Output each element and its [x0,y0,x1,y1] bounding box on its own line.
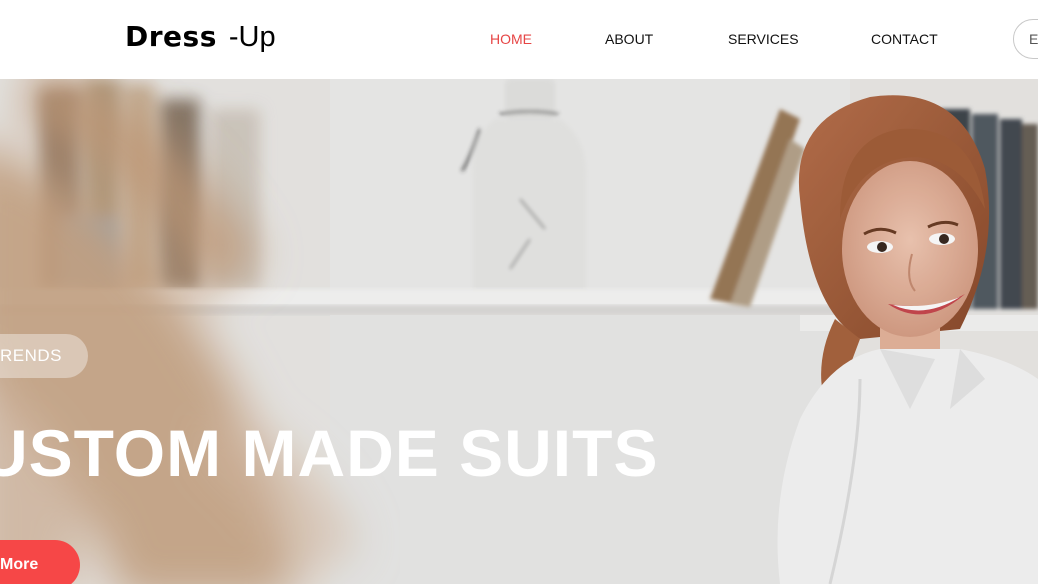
nav-about[interactable]: ABOUT [605,31,653,47]
hero-title: USTOM MADE SUITS [0,416,659,490]
site-header: Dress -Up HOME ABOUT SERVICES CONTACT E [0,0,1038,79]
hero-tag-pill: RENDS [0,334,88,378]
nav-services[interactable]: SERVICES [728,31,799,47]
nav-home[interactable]: HOME [490,31,532,47]
hero-banner: RENDS USTOM MADE SUITS More [0,79,1038,584]
read-more-button[interactable]: More [0,540,80,584]
nav-contact[interactable]: CONTACT [871,31,938,47]
main-nav: HOME ABOUT SERVICES CONTACT [0,31,1038,49]
hero-background-photo [0,79,1038,584]
header-action-button[interactable]: E [1013,19,1038,59]
